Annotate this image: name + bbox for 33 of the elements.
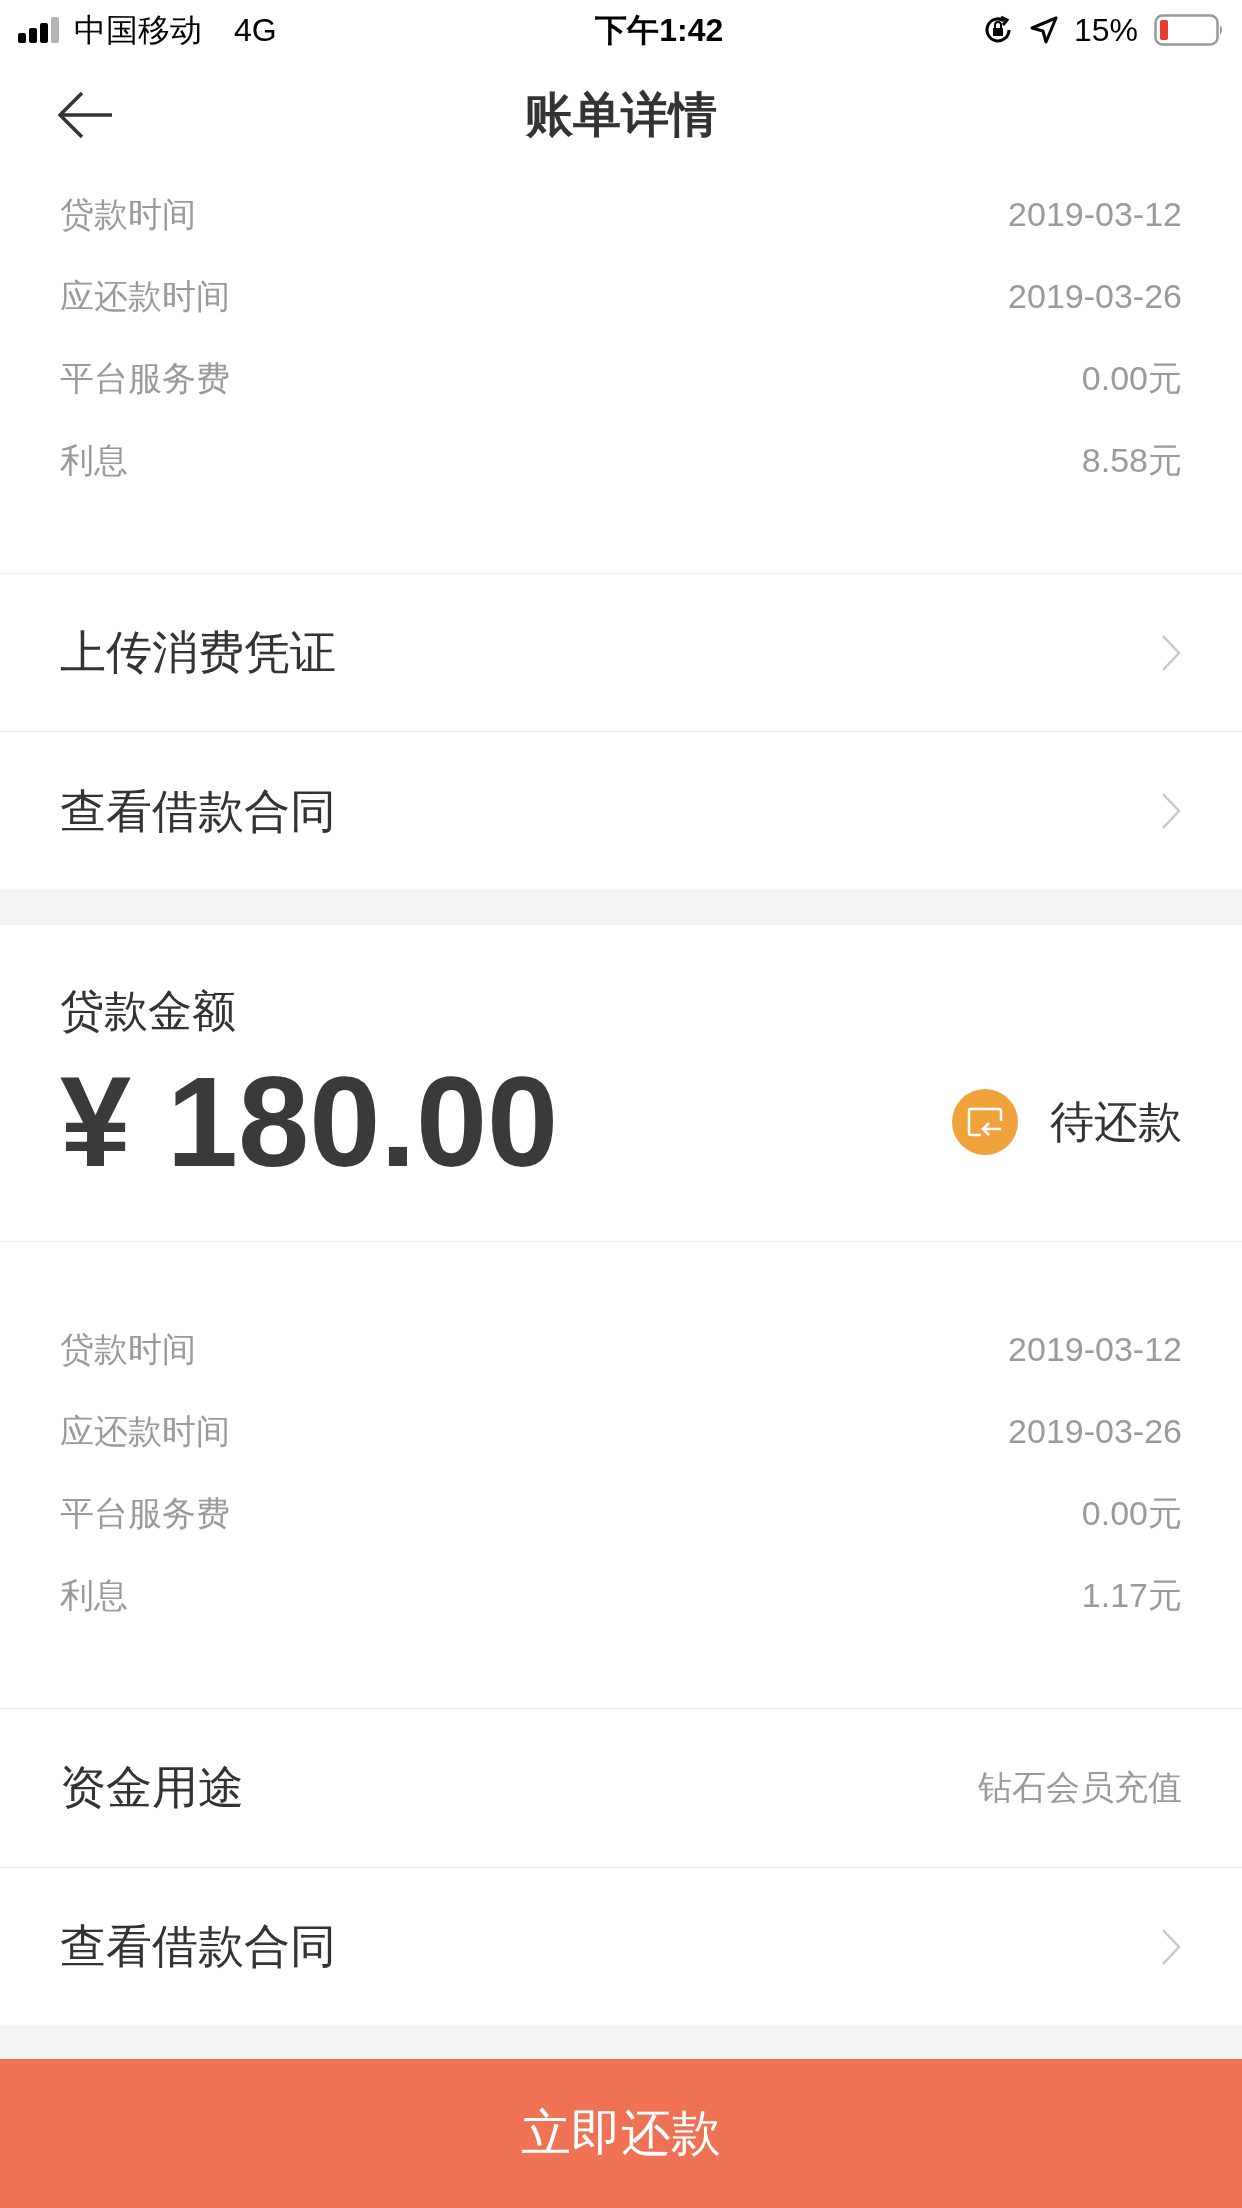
detail-value: 2019-03-12 [1008, 1329, 1182, 1371]
detail-value: 8.58元 [1081, 440, 1182, 482]
detail-value: 2019-03-26 [1008, 1411, 1182, 1453]
battery-icon [1154, 13, 1224, 46]
link-row[interactable]: 查看借款合同 [0, 732, 1242, 892]
detail-label: 应还款时间 [60, 276, 230, 318]
detail-value: 2019-03-12 [1008, 194, 1182, 236]
detail-label: 平台服务费 [60, 358, 230, 400]
link-row[interactable]: 查看借款合同 [0, 1867, 1242, 2028]
link-row[interactable]: 上传消费凭证 [0, 573, 1242, 733]
row-label: 资金用途 [60, 1760, 244, 1816]
clock-text: 下午1:42 [595, 10, 724, 50]
detail-label: 贷款时间 [60, 1329, 196, 1371]
detail-label: 应还款时间 [60, 1411, 230, 1453]
detail-value: 0.00元 [1081, 1493, 1182, 1535]
battery-text: 15% [1073, 10, 1138, 50]
detail-label: 贷款时间 [60, 194, 196, 236]
detail-value: 0.00元 [1081, 358, 1182, 400]
loan-amount-label: 贷款金额 [60, 985, 237, 1038]
loan-amount: ¥ 180.00 [60, 1052, 559, 1193]
detail-label: 利息 [60, 1575, 128, 1617]
carrier-text: 中国移动 [74, 10, 202, 50]
row-value: 钻石会员充值 [978, 1767, 1182, 1809]
network-text: 4G [234, 10, 277, 50]
detail-label: 平台服务费 [60, 1493, 230, 1535]
back-arrow-icon[interactable] [56, 89, 114, 140]
detail-value: 1.17元 [1081, 1575, 1182, 1617]
repay-status-text: 待还款 [1050, 1096, 1182, 1149]
detail-label: 利息 [60, 440, 128, 482]
page-title: 账单详情 [525, 86, 717, 143]
location-icon [1029, 15, 1058, 44]
detail-value: 2019-03-26 [1008, 276, 1182, 318]
signal-icon [18, 16, 62, 43]
